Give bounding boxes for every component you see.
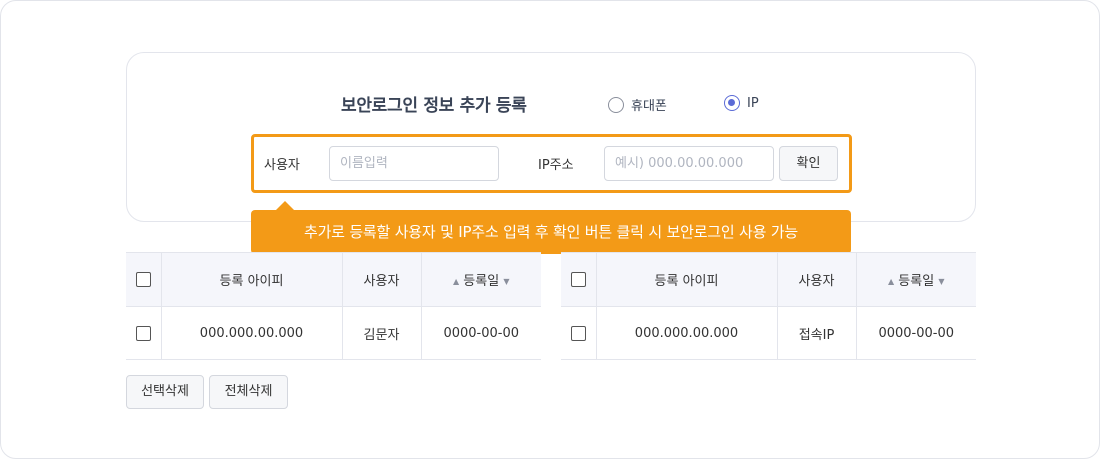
confirm-button[interactable]: 확인 (779, 146, 838, 181)
info-tooltip: 추가로 등록할 사용자 및 IP주소 입력 후 확인 버튼 클릭 시 보안로그인… (251, 210, 851, 254)
table-header-row: 등록 아이피 사용자 ▲ 등록일 ▼ (561, 252, 976, 307)
delete-all-button[interactable]: 전체삭제 (209, 375, 288, 409)
row-date: 0000-00-00 (443, 325, 520, 341)
column-header-date-label: 등록일 (463, 274, 500, 289)
sort-up-icon[interactable]: ▲ (888, 277, 894, 286)
row-user: 김문자 (342, 306, 422, 360)
sort-down-icon[interactable]: ▼ (503, 277, 509, 286)
row-user: 접속IP (777, 306, 857, 360)
row-checkbox[interactable] (570, 325, 586, 341)
user-label: 사용자 (264, 158, 300, 173)
table-header-row: 등록 아이피 사용자 ▲ 등록일 ▼ (126, 252, 541, 307)
tooltip-arrow-icon (276, 201, 294, 210)
table-row: 000.000.00.000 김문자 0000-00-00 (126, 306, 541, 360)
radio-ip[interactable]: IP (724, 95, 759, 111)
page-container: 보안로그인 정보 추가 등록 휴대폰 IP 사용자 IP주소 확인 추가로 등록… (0, 0, 1100, 459)
radio-ip-selected-icon[interactable] (724, 95, 740, 111)
row-checkbox[interactable] (135, 325, 151, 341)
ip-address-input[interactable] (604, 146, 774, 181)
registered-ip-table-right: 등록 아이피 사용자 ▲ 등록일 ▼ 000.000.00.000 접속IP 0… (561, 252, 976, 360)
ip-label: IP주소 (538, 158, 574, 173)
form-title: 보안로그인 정보 추가 등록 (341, 96, 527, 116)
select-all-checkbox[interactable] (570, 272, 586, 287)
row-ip: 000.000.00.000 (596, 306, 778, 360)
column-header-user: 사용자 (342, 252, 422, 307)
column-header-date[interactable]: ▲ 등록일 ▼ (421, 253, 541, 307)
user-name-input[interactable] (329, 146, 499, 181)
column-header-date-label: 등록일 (898, 274, 935, 289)
row-date: 0000-00-00 (878, 325, 955, 341)
radio-phone[interactable]: 휴대폰 (608, 95, 667, 114)
delete-selected-button[interactable]: 선택삭제 (126, 375, 204, 409)
input-row-highlight: 사용자 IP주소 확인 (251, 134, 852, 193)
radio-ip-label: IP (747, 95, 759, 111)
column-header-date[interactable]: ▲ 등록일 ▼ (856, 253, 976, 307)
column-header-ip: 등록 아이피 (161, 252, 343, 307)
column-header-ip: 등록 아이피 (596, 252, 778, 307)
sort-up-icon[interactable]: ▲ (453, 277, 459, 286)
row-ip: 000.000.00.000 (161, 306, 343, 360)
select-all-checkbox[interactable] (135, 272, 151, 287)
table-row: 000.000.00.000 접속IP 0000-00-00 (561, 306, 976, 360)
radio-phone-circle-icon[interactable] (608, 96, 624, 113)
column-header-user: 사용자 (777, 252, 857, 307)
registered-ip-table-left: 등록 아이피 사용자 ▲ 등록일 ▼ 000.000.00.000 김문자 00… (126, 252, 541, 360)
sort-down-icon[interactable]: ▼ (938, 277, 944, 286)
radio-phone-label: 휴대폰 (631, 99, 667, 114)
